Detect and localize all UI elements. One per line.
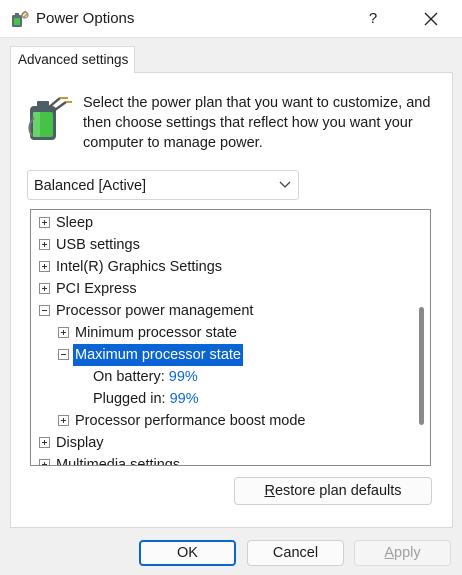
close-icon — [424, 12, 438, 26]
tree-item-plugged-in[interactable]: Plugged in: 99% — [93, 388, 199, 410]
tree-item-label: USB settings — [56, 237, 140, 253]
settings-tree[interactable]: Sleep USB settings Intel(R) Graphics Set… — [30, 209, 431, 466]
ok-button[interactable]: OK — [139, 540, 236, 566]
title-bar: Power Options ? — [0, 0, 462, 38]
chevron-down-icon — [279, 181, 291, 188]
expand-icon[interactable] — [39, 261, 50, 272]
plan-description: Select the power plan that you want to c… — [83, 95, 431, 151]
collapse-icon[interactable] — [39, 305, 50, 316]
scrollbar-thumb[interactable] — [419, 307, 424, 425]
cancel-button[interactable]: Cancel — [247, 540, 344, 566]
tree-item-label: Minimum processor state — [75, 325, 237, 341]
restore-plan-defaults-button[interactable]: Restore plan defaults — [234, 477, 432, 505]
tab-advanced-settings[interactable]: Advanced settings — [10, 46, 135, 73]
expand-icon[interactable] — [58, 327, 69, 338]
tree-item-label: PCI Express — [56, 281, 137, 297]
apply-label: pply — [394, 545, 421, 561]
plugged-in-value[interactable]: 99% — [170, 391, 199, 407]
apply-accelerator: A — [384, 545, 395, 561]
tree-item-label: Display — [56, 435, 104, 451]
power-plan-dropdown[interactable]: Balanced [Active] — [27, 170, 299, 200]
expand-icon[interactable] — [39, 437, 50, 448]
close-button[interactable] — [414, 4, 448, 34]
restore-label: estore plan defaults — [274, 483, 402, 499]
tree-item-label: Processor performance boost mode — [75, 413, 306, 429]
power-options-icon — [12, 10, 29, 27]
collapse-icon[interactable] — [58, 349, 69, 360]
plugged-in-label: Plugged in: — [93, 391, 166, 407]
expand-icon[interactable] — [39, 239, 50, 250]
expand-icon[interactable] — [39, 459, 50, 465]
expand-icon[interactable] — [58, 415, 69, 426]
tree-item-label: Intel(R) Graphics Settings — [56, 259, 223, 275]
tree-item-label-selected: Maximum processor state — [73, 344, 243, 366]
tree-item-on-battery[interactable]: On battery: 99% — [93, 366, 198, 388]
window-title: Power Options — [36, 10, 135, 27]
on-battery-label: On battery: — [93, 369, 165, 385]
power-plan-value: Balanced [Active] — [34, 178, 147, 194]
restore-accelerator: R — [264, 483, 275, 499]
tree-item-label: Sleep — [56, 215, 94, 231]
tree-scrollbar[interactable] — [412, 210, 430, 465]
expand-icon[interactable] — [39, 283, 50, 294]
expand-icon[interactable] — [39, 217, 50, 228]
help-button[interactable]: ? — [356, 4, 390, 34]
on-battery-value[interactable]: 99% — [169, 369, 198, 385]
tree-item-label: Processor power management — [56, 303, 254, 319]
tree-item-label: Multimedia settings — [56, 457, 181, 466]
apply-button[interactable]: Apply — [354, 540, 451, 566]
battery-plug-icon — [28, 97, 72, 140]
